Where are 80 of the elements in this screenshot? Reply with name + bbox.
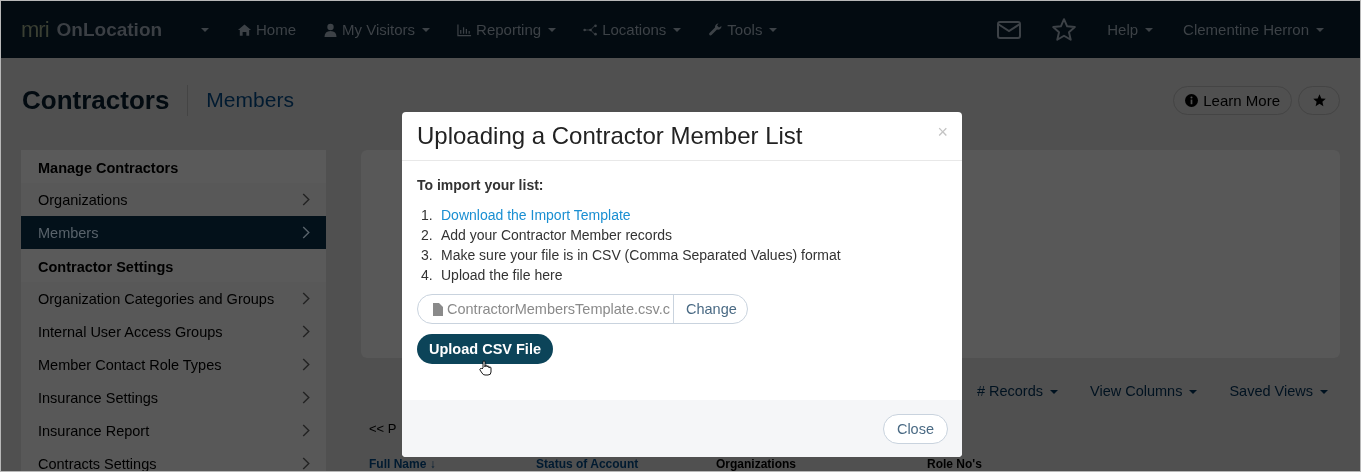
close-button[interactable]: × (937, 122, 948, 143)
mail-icon[interactable] (997, 20, 1022, 39)
chevron-icon (302, 358, 310, 371)
chevron-icon (302, 292, 310, 305)
network-icon (583, 22, 599, 37)
step-number: 3. (421, 246, 432, 265)
item-label: Insurance Report (38, 422, 150, 439)
sidebar-item[interactable]: Member Contact Role Types (21, 348, 326, 381)
chevron-icon (302, 226, 310, 239)
nav-menu-item[interactable]: Home (237, 21, 296, 38)
chevron-icon (302, 193, 310, 206)
item-label: Insurance Settings (38, 389, 159, 406)
sidebar-item[interactable]: Insurance Settings (21, 381, 326, 414)
menu-label: Home (256, 21, 296, 38)
caret-icon (1320, 390, 1328, 395)
star-icon[interactable] (1051, 16, 1078, 43)
toolbar-dropdown[interactable]: Saved Views (1229, 383, 1328, 399)
menu-label: Reporting (476, 21, 542, 38)
sidebar-item[interactable]: Organization Categories and Groups (21, 282, 326, 315)
column-header[interactable]: Full Name ↓ (369, 458, 436, 471)
favorite-button[interactable] (1298, 85, 1340, 115)
item-label: Contracts Settings (38, 455, 157, 471)
sidebar-item[interactable]: Organizations (21, 183, 326, 216)
modal-title: Uploading a Contractor Member List (417, 122, 803, 150)
chevron-icon (302, 325, 310, 338)
step-number: 1. (421, 206, 432, 225)
nav-menu-item[interactable]: Help (1107, 21, 1154, 38)
chevron-icon (302, 391, 310, 404)
step-text: Upload the file here (441, 266, 563, 285)
nav-menu-item[interactable]: Locations (583, 21, 682, 38)
step-text: Make sure your file is in CSV (Comma Separated Values) format (441, 246, 841, 265)
star-icon (1311, 92, 1327, 108)
step-number: 4. (421, 266, 432, 285)
nav-menu-item[interactable]: Tools (708, 21, 778, 38)
file-name: ContractorMembersTemplate.csv.c (447, 301, 671, 317)
dropdown-label: Saved Views (1229, 383, 1313, 399)
menu-label: Help (1107, 21, 1139, 38)
dropdown-label: # Records (976, 383, 1043, 399)
file-icon (433, 302, 443, 316)
caret-icon[interactable] (201, 27, 209, 32)
upload-button[interactable]: Upload CSV File (417, 334, 553, 364)
item-label: Internal User Access Groups (38, 323, 223, 340)
menu-label: Tools (727, 21, 763, 38)
change-button[interactable]: Change (673, 295, 749, 323)
wrench-icon (708, 22, 724, 37)
nav-menu-item[interactable]: Reporting (457, 21, 557, 38)
user-icon (323, 22, 338, 37)
info-icon (1185, 93, 1199, 107)
instructions-heading: To import your list: (417, 177, 545, 193)
sidebar-item[interactable]: Insurance Report (21, 414, 326, 447)
item-label: Organizations (38, 191, 128, 208)
learn-more-button[interactable]: Learn More (1173, 85, 1292, 115)
sidebar-item[interactable]: Internal User Access Groups (21, 315, 326, 348)
menu-label: Locations (602, 21, 667, 38)
menu-label: My Visitors (342, 21, 416, 38)
breadcrumb-link[interactable]: Members (206, 88, 294, 112)
step-number: 2. (421, 226, 432, 245)
toolbar-dropdown[interactable]: # Records (976, 383, 1058, 399)
step-text: Add your Contractor Member records (441, 226, 673, 245)
column-header[interactable]: Role No's (927, 458, 982, 471)
item-label: Organization Categories and Groups (38, 290, 275, 307)
caret-icon (1050, 390, 1058, 395)
hand-cursor-icon (479, 360, 493, 376)
item-label: Members (38, 224, 99, 241)
download-template-link[interactable]: Download the Import Template (441, 205, 631, 225)
nav-menu-item[interactable]: My Visitors (323, 21, 431, 38)
column-header[interactable]: Organizations (716, 458, 796, 471)
chevron-icon (302, 424, 310, 437)
close-button[interactable]: Close (882, 413, 948, 444)
bar-chart-icon (457, 22, 473, 37)
column-header[interactable]: Status of Account (536, 458, 639, 471)
item-label: Member Contact Role Types (38, 356, 222, 373)
app-name[interactable]: OnLocation (56, 18, 163, 41)
chevron-icon (302, 457, 310, 470)
caret-icon (1189, 390, 1198, 395)
pager-link[interactable]: << P (369, 421, 397, 436)
home-icon (237, 22, 252, 37)
sidebar-item[interactable]: Contracts Settings (21, 447, 326, 471)
sidebar-item[interactable]: Members (21, 216, 326, 249)
page-title: Contractors (22, 84, 189, 116)
